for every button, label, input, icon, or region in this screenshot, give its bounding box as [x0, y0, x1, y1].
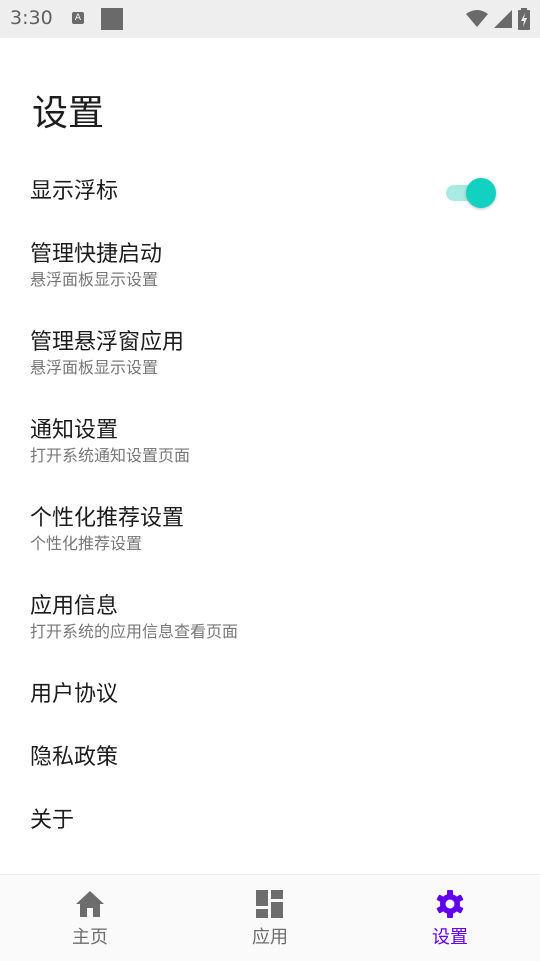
setting-user-agreement-title: 用户协议 — [30, 682, 119, 707]
dashboard-icon — [256, 890, 283, 918]
battery-charging-icon — [518, 8, 530, 30]
page-title: 设置 — [32, 93, 105, 134]
status-time: 3:30 — [10, 7, 53, 29]
setting-shortcut-title: 管理快捷启动 — [30, 242, 163, 267]
setting-user-agreement[interactable]: 用户协议 — [30, 680, 510, 710]
notification-square-icon — [101, 8, 123, 30]
bottom-nav: 主页 应用 设置 — [0, 874, 540, 961]
nav-settings-label: 设置 — [432, 927, 468, 948]
nav-apps[interactable]: 应用 — [220, 889, 320, 949]
setting-notifications-subtitle: 打开系统通知设置页面 — [30, 446, 191, 465]
setting-app-info-subtitle: 打开系统的应用信息查看页面 — [30, 622, 239, 641]
setting-floating-badge[interactable]: 显示浮标 — [30, 177, 510, 207]
setting-floating-badge-title: 显示浮标 — [30, 179, 119, 204]
nav-apps-label: 应用 — [252, 927, 288, 948]
setting-app-info[interactable]: 应用信息 打开系统的应用信息查看页面 — [30, 592, 510, 642]
setting-personalized-subtitle: 个性化推荐设置 — [30, 534, 143, 553]
toggle-thumb — [466, 178, 496, 208]
setting-about-title: 关于 — [30, 808, 75, 833]
setting-privacy-policy[interactable]: 隐私政策 — [30, 743, 510, 773]
setting-personalized-title: 个性化推荐设置 — [30, 506, 185, 531]
notification-a-icon: A — [72, 12, 84, 24]
nav-settings[interactable]: 设置 — [400, 889, 500, 949]
status-bar: 3:30 A — [0, 0, 540, 38]
status-icons — [466, 8, 530, 30]
wifi-icon — [466, 10, 488, 27]
setting-floating-apps[interactable]: 管理悬浮窗应用 悬浮面板显示设置 — [30, 328, 510, 378]
cell-signal-icon — [494, 10, 512, 28]
nav-home[interactable]: 主页 — [40, 889, 140, 949]
setting-notifications[interactable]: 通知设置 打开系统通知设置页面 — [30, 416, 510, 466]
setting-app-info-title: 应用信息 — [30, 594, 119, 619]
setting-shortcut-subtitle: 悬浮面板显示设置 — [30, 270, 159, 289]
gear-icon — [436, 890, 464, 918]
setting-shortcut[interactable]: 管理快捷启动 悬浮面板显示设置 — [30, 240, 510, 290]
setting-floating-apps-subtitle: 悬浮面板显示设置 — [30, 358, 159, 377]
home-icon — [76, 891, 104, 917]
setting-about[interactable]: 关于 — [30, 806, 510, 836]
setting-privacy-policy-title: 隐私政策 — [30, 745, 119, 770]
floating-badge-toggle[interactable] — [444, 177, 496, 209]
setting-notifications-title: 通知设置 — [30, 418, 119, 443]
nav-home-label: 主页 — [72, 927, 108, 948]
setting-floating-apps-title: 管理悬浮窗应用 — [30, 330, 185, 355]
setting-personalized[interactable]: 个性化推荐设置 个性化推荐设置 — [30, 504, 510, 554]
